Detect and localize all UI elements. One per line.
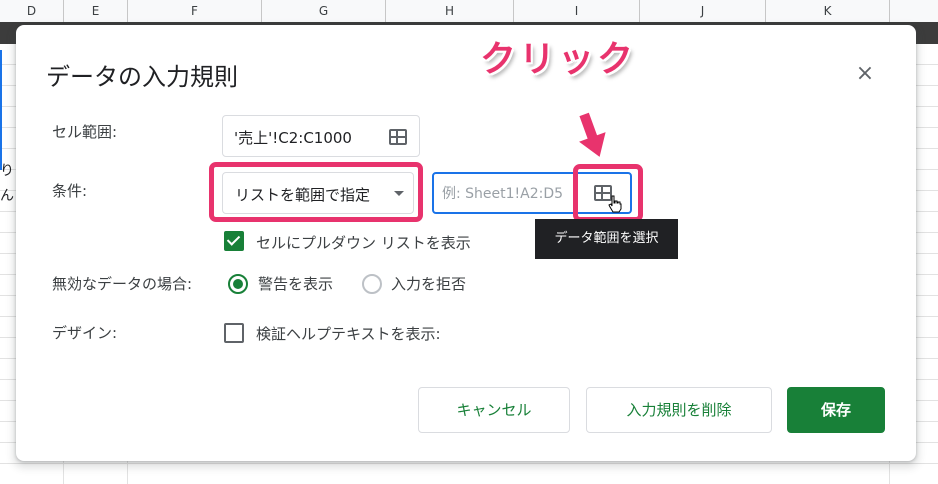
help-text-label: 検証ヘルプテキストを表示: <box>256 325 441 343</box>
highlight-box-criteria <box>209 162 423 222</box>
data-validation-dialog: データの入力規則 × セル範囲: '売上'!C2:C1000 条件: リストを範… <box>16 25 916 461</box>
reject-radio-label: 入力を拒否 <box>391 275 467 293</box>
column-header-e[interactable]: E <box>64 0 128 22</box>
cell-text-fragment: ん <box>0 188 14 204</box>
help-text-checkbox[interactable] <box>224 323 244 343</box>
selection-edge <box>0 50 2 170</box>
column-header-h[interactable]: H <box>386 0 514 22</box>
column-header-j[interactable]: J <box>640 0 766 22</box>
select-range-icon[interactable] <box>389 129 407 145</box>
remove-validation-button[interactable]: 入力規則を削除 <box>586 387 772 433</box>
reject-radio[interactable] <box>362 274 382 294</box>
click-annotation-text: クリック <box>480 39 637 80</box>
column-header-i[interactable]: I <box>514 0 640 22</box>
show-dropdown-checkbox[interactable] <box>224 231 244 251</box>
arrow-down-icon <box>574 110 609 161</box>
cell-range-label: セル範囲: <box>52 123 118 141</box>
column-header-k[interactable]: K <box>766 0 890 22</box>
warning-radio[interactable] <box>228 274 248 294</box>
show-dropdown-label: セルにプルダウン リストを表示 <box>256 234 471 252</box>
source-range-input[interactable] <box>440 182 576 206</box>
column-header-d[interactable]: D <box>0 0 64 22</box>
hand-cursor-icon <box>608 195 622 213</box>
cell-range-value: '売上'!C2:C1000 <box>234 129 352 147</box>
column-header-g[interactable]: G <box>262 0 386 22</box>
criteria-label: 条件: <box>52 182 88 200</box>
warning-radio-label: 警告を表示 <box>258 275 334 293</box>
column-header-bar: D E F G H I J K <box>0 0 938 23</box>
cell-text-fragment: り <box>0 163 14 179</box>
close-icon[interactable]: × <box>852 61 878 87</box>
highlight-box-range-button <box>573 164 643 222</box>
dialog-title: データの入力規則 <box>46 63 238 91</box>
cancel-button[interactable]: キャンセル <box>418 387 570 433</box>
tooltip: データ範囲を選択 <box>535 219 678 259</box>
cell-range-field[interactable]: '売上'!C2:C1000 <box>222 115 420 157</box>
invalid-data-label: 無効なデータの場合: <box>52 275 193 293</box>
design-label: デザイン: <box>52 324 118 342</box>
column-header-f[interactable]: F <box>128 0 262 22</box>
save-button[interactable]: 保存 <box>787 387 885 433</box>
